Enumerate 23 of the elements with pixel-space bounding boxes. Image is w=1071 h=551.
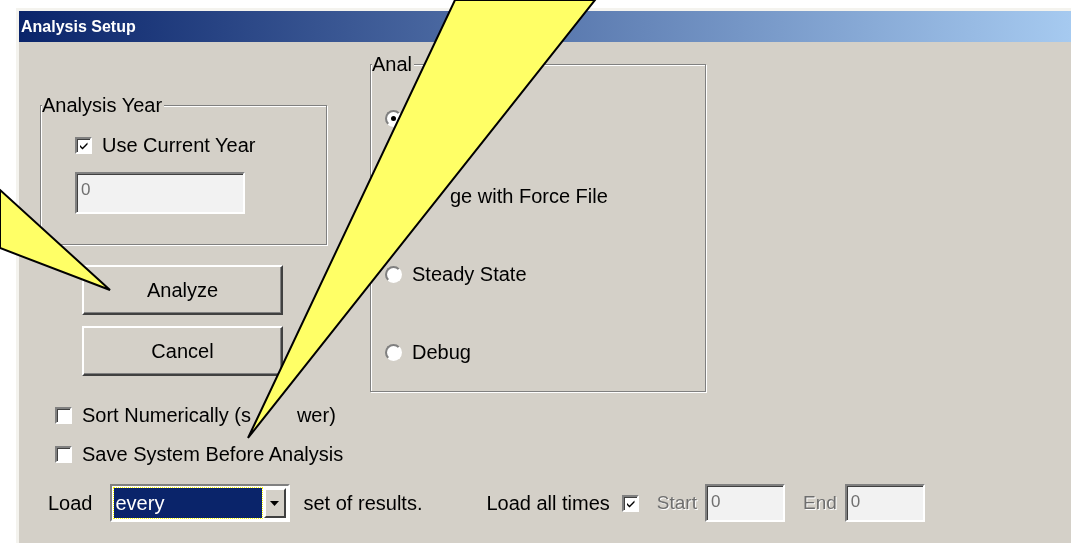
checkbox[interactable] [621, 494, 639, 512]
radio-button[interactable] [385, 343, 402, 361]
checkbox[interactable] [55, 445, 72, 463]
radio-button[interactable] [385, 265, 402, 283]
checkbox[interactable] [55, 406, 72, 424]
field-label: End [802, 492, 837, 514]
field-label: Start [656, 492, 697, 514]
load-label: Load [48, 491, 93, 515]
results-dropdown[interactable]: every [109, 484, 290, 522]
checkbox-label: Sort Numerically (s [82, 403, 251, 427]
checkbox-label: Load all times [486, 491, 610, 515]
checkbox-label: Save System Before Analysis [82, 442, 344, 466]
dialog-button[interactable]: Analyze [82, 265, 283, 315]
checkbox[interactable] [75, 136, 92, 154]
window-title: Analysis Setup [21, 17, 136, 36]
checkbox-label: Use Current Year [102, 133, 256, 157]
dialog-button[interactable]: Cancel [82, 326, 283, 376]
radio-label: ge with Force File [450, 184, 608, 208]
checkbox-label: wer) [296, 403, 336, 427]
radio-label: Steady State [412, 262, 527, 286]
suffix-label: set of results. [303, 491, 423, 515]
group-title: Analysis Year [42, 94, 165, 116]
radio-label: Debug [412, 340, 471, 364]
